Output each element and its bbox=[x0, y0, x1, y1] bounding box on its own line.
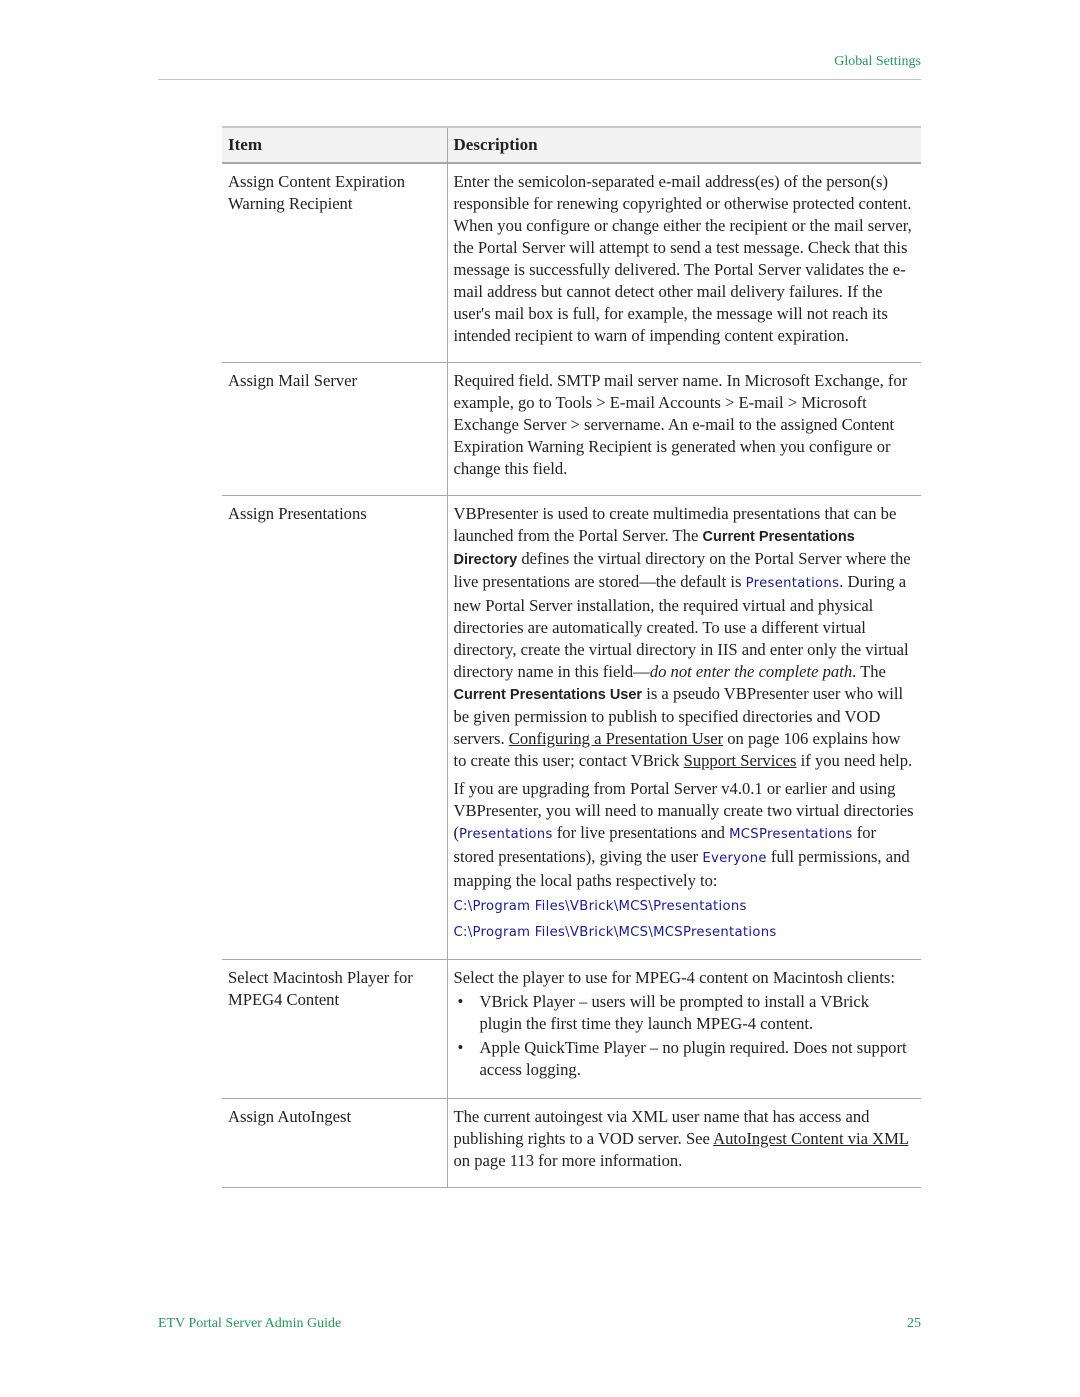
bullet-icon: • bbox=[457, 1038, 464, 1057]
code-presentations: Presentations bbox=[459, 827, 553, 842]
text-run: . The bbox=[852, 662, 886, 681]
table-row: Assign Content Expiration Warning Recipi… bbox=[222, 163, 921, 363]
table-row: Assign AutoIngest The current autoingest… bbox=[222, 1098, 921, 1188]
footer-page-number: 25 bbox=[907, 1316, 921, 1331]
list-item-text: Apple QuickTime Player – no plugin requi… bbox=[479, 1038, 907, 1079]
code-presentations: Presentations bbox=[745, 576, 840, 591]
header-divider bbox=[158, 79, 921, 80]
description-paragraph: If you are upgrading from Portal Server … bbox=[454, 778, 916, 892]
item-cell: Select Macintosh Player for MPEG4 Conten… bbox=[222, 959, 447, 1099]
bullet-icon: • bbox=[457, 992, 464, 1011]
code-path-presentations: C:\Program Files\VBrick\MCS\Presentation… bbox=[453, 899, 747, 914]
player-options-list: • VBrick Player – users will be prompted … bbox=[454, 991, 916, 1081]
text-run: if you need help. bbox=[796, 751, 913, 770]
link-configuring-presentation-user[interactable]: Configuring a Presentation User bbox=[509, 729, 723, 748]
description-text: Required field. SMTP mail server name. I… bbox=[453, 371, 908, 478]
link-autoingest-content-via-xml[interactable]: AutoIngest Content via XML bbox=[713, 1129, 908, 1148]
description-cell: Select the player to use for MPEG-4 cont… bbox=[446, 959, 921, 1099]
column-header-description: Description bbox=[446, 126, 921, 164]
description-intro: Select the player to use for MPEG-4 cont… bbox=[453, 968, 895, 987]
description-cell: Required field. SMTP mail server name. I… bbox=[446, 362, 921, 496]
ui-label-current-presentations-user: Current Presentations User bbox=[453, 687, 643, 703]
running-head-section-title: Global Settings bbox=[834, 54, 921, 69]
text-run: on page 113 for more information. bbox=[453, 1151, 683, 1170]
text-run: for live presentations and bbox=[552, 823, 730, 842]
table-row: Select Macintosh Player for MPEG4 Conten… bbox=[222, 959, 921, 1099]
description-cell: VBPresenter is used to create multimedia… bbox=[446, 495, 921, 960]
table-row: Assign Mail Server Required field. SMTP … bbox=[222, 362, 921, 496]
item-cell: Assign Presentations bbox=[222, 495, 447, 960]
list-item-text: VBrick Player – users will be prompted t… bbox=[479, 992, 870, 1033]
table-header-row: Item Description bbox=[222, 126, 921, 164]
item-cell: Assign AutoIngest bbox=[222, 1098, 447, 1188]
table-row: Assign Presentations VBPresenter is used… bbox=[222, 495, 921, 960]
description-text: Enter the semicolon-separated e-mail add… bbox=[453, 172, 912, 345]
code-path-mcspresentations: C:\Program Files\VBrick\MCS\MCSPresentat… bbox=[453, 925, 777, 940]
emphasis-warning: do not enter the complete path bbox=[649, 662, 853, 681]
footer-guide-title: ETV Portal Server Admin Guide bbox=[158, 1316, 342, 1331]
code-everyone: Everyone bbox=[702, 851, 767, 866]
description-paragraph: VBPresenter is used to create multimedia… bbox=[454, 503, 916, 772]
global-settings-table: Item Description Assign Content Expirati… bbox=[222, 126, 921, 1188]
link-support-services[interactable]: Support Services bbox=[684, 751, 797, 770]
code-mcspresentations: MCSPresentations bbox=[729, 827, 853, 842]
list-item: • Apple QuickTime Player – no plugin requ… bbox=[454, 1037, 916, 1081]
description-cell: Enter the semicolon-separated e-mail add… bbox=[446, 163, 921, 363]
description-cell: The current autoingest via XML user name… bbox=[446, 1098, 921, 1188]
description-paragraph: The current autoingest via XML user name… bbox=[454, 1106, 916, 1172]
item-cell: Assign Mail Server bbox=[222, 362, 447, 496]
list-item: • VBrick Player – users will be prompted … bbox=[454, 991, 916, 1035]
item-cell: Assign Content Expiration Warning Recipi… bbox=[222, 163, 447, 363]
column-header-item: Item bbox=[222, 126, 447, 164]
